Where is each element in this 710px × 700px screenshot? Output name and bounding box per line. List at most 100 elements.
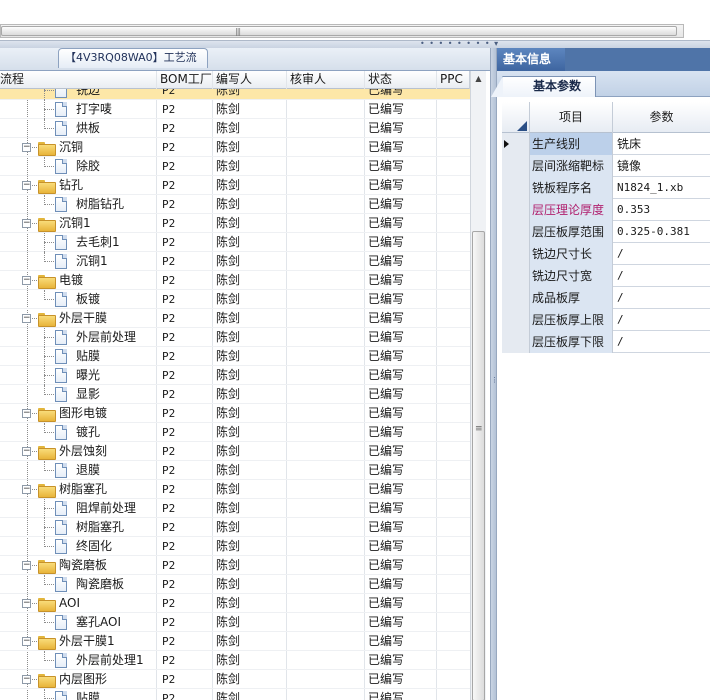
tab-basic-params[interactable]: 基本参数 — [491, 76, 596, 97]
tree-row[interactable]: 阻焊前处理 P2 陈剑 已编写 — [0, 499, 470, 518]
collapse-toggle-icon[interactable]: − — [22, 181, 31, 190]
tree-row[interactable]: − 沉铜 P2 陈剑 已编写 — [0, 138, 470, 157]
horizontal-splitter[interactable]: • • • • • • • • ▾ — [0, 40, 710, 48]
status-cell: 已编写 — [368, 349, 405, 363]
step-name: 外层前处理1 — [76, 653, 144, 667]
param-row[interactable]: 层压板厚下限 / — [502, 331, 710, 353]
collapse-toggle-icon[interactable]: − — [22, 599, 31, 608]
vertical-scroll-thumb[interactable]: ≡ — [472, 231, 485, 700]
tree-row[interactable]: − 图形电镀 P2 陈剑 已编写 — [0, 404, 470, 423]
tree-row[interactable]: − 内层图形 P2 陈剑 已编写 — [0, 670, 470, 689]
tree-row[interactable]: 外层前处理 P2 陈剑 已编写 — [0, 328, 470, 347]
grid-corner[interactable] — [502, 102, 530, 133]
tree-row[interactable]: − AOI P2 陈剑 已编写 — [0, 594, 470, 613]
tab-basic-info[interactable]: 基本信息 — [497, 48, 565, 71]
row-indicator[interactable] — [502, 133, 530, 155]
step-name: 钻孔 — [59, 178, 84, 192]
tree-row[interactable]: − 沉铜1 P2 陈剑 已编写 — [0, 214, 470, 233]
tree-row[interactable]: 沉铜1 P2 陈剑 已编写 — [0, 252, 470, 271]
tree-row[interactable]: 外层前处理1 P2 陈剑 已编写 — [0, 651, 470, 670]
tree-row[interactable]: − 外层蚀刻 P2 陈剑 已编写 — [0, 442, 470, 461]
tree-row[interactable]: 打字唛 P2 陈剑 已编写 — [0, 100, 470, 119]
tree-row[interactable]: 树脂钻孔 P2 陈剑 已编写 — [0, 195, 470, 214]
tree-row[interactable]: − 树脂塞孔 P2 陈剑 已编写 — [0, 480, 470, 499]
tree-row[interactable]: 曝光 P2 陈剑 已编写 — [0, 366, 470, 385]
param-value[interactable]: / — [613, 309, 710, 331]
tree-row[interactable]: 退膜 P2 陈剑 已编写 — [0, 461, 470, 480]
tree-row[interactable]: 塞孔AOI P2 陈剑 已编写 — [0, 613, 470, 632]
tree-row[interactable]: 去毛刺1 P2 陈剑 已编写 — [0, 233, 470, 252]
collapse-toggle-icon[interactable]: − — [22, 447, 31, 456]
param-row[interactable]: 铣边尺寸宽 / — [502, 265, 710, 287]
tree-row[interactable]: 贴膜 P2 陈剑 已编写 — [0, 347, 470, 366]
param-row[interactable]: 铣板程序名 N1824_1.xb — [502, 177, 710, 199]
row-indicator[interactable] — [502, 287, 530, 309]
collapse-toggle-icon[interactable]: − — [22, 637, 31, 646]
scroll-up-arrow-icon[interactable]: ▲ — [471, 71, 486, 87]
param-value[interactable]: / — [613, 287, 710, 309]
row-indicator[interactable] — [502, 309, 530, 331]
horizontal-scrollbar[interactable]: ||| — [0, 24, 684, 38]
row-indicator[interactable] — [502, 177, 530, 199]
tree-row[interactable]: − 外层干膜 P2 陈剑 已编写 — [0, 309, 470, 328]
param-value[interactable]: N1824_1.xb — [613, 177, 710, 199]
tree-row[interactable]: 烘板 P2 陈剑 已编写 — [0, 119, 470, 138]
tree-row[interactable]: 除胶 P2 陈剑 已编写 — [0, 157, 470, 176]
tree-row[interactable]: 板镀 P2 陈剑 已编写 — [0, 290, 470, 309]
param-value[interactable]: 镜像 — [613, 155, 710, 177]
status-cell: 已编写 — [368, 197, 405, 211]
vertical-splitter[interactable]: ⋮ — [490, 48, 498, 700]
column-header-6[interactable]: PPC — [437, 71, 470, 89]
param-row[interactable]: 生产线别 铣床 — [502, 133, 710, 155]
tree-row[interactable]: − 钻孔 P2 陈剑 已编写 — [0, 176, 470, 195]
writer-cell: 陈剑 — [216, 463, 241, 477]
collapse-toggle-icon[interactable]: − — [22, 276, 31, 285]
horizontal-scroll-thumb[interactable]: ||| — [1, 26, 677, 36]
param-value[interactable]: / — [613, 265, 710, 287]
row-indicator[interactable] — [502, 265, 530, 287]
collapse-toggle-icon[interactable]: − — [22, 561, 31, 570]
row-indicator[interactable] — [502, 199, 530, 221]
tree-row[interactable]: 终固化 P2 陈剑 已编写 — [0, 537, 470, 556]
header-item[interactable]: 项目 — [530, 102, 613, 133]
tab-process-flow[interactable]: 【4V3RQ08WA0】工艺流程 — [58, 48, 208, 82]
param-value[interactable]: / — [613, 243, 710, 265]
column-header-5[interactable]: 状态 — [365, 71, 437, 89]
row-indicator[interactable] — [502, 243, 530, 265]
tree-row[interactable]: 树脂塞孔 P2 陈剑 已编写 — [0, 518, 470, 537]
tree-row[interactable]: 陶瓷磨板 P2 陈剑 已编写 — [0, 575, 470, 594]
param-value[interactable]: 铣床 — [613, 133, 710, 155]
collapse-toggle-icon[interactable]: − — [22, 143, 31, 152]
tree-row[interactable]: 贴膜 P2 陈剑 已编写 — [0, 689, 470, 700]
param-row[interactable]: 铣边尺寸长 / — [502, 243, 710, 265]
param-value[interactable]: / — [613, 331, 710, 353]
row-indicator[interactable] — [502, 331, 530, 353]
vertical-scrollbar[interactable]: ▲ ≡ — [470, 71, 486, 700]
collapse-toggle-icon[interactable]: − — [22, 485, 31, 494]
param-row[interactable]: 层压板厚上限 / — [502, 309, 710, 331]
collapse-toggle-icon[interactable]: − — [22, 314, 31, 323]
param-value[interactable]: 0.353 — [613, 199, 710, 221]
collapse-toggle-icon[interactable]: − — [22, 675, 31, 684]
tree-row[interactable]: − 陶瓷磨板 P2 陈剑 已编写 — [0, 556, 470, 575]
param-key: 层间涨缩靶标 — [530, 155, 613, 177]
column-header-3[interactable]: 编写人 — [213, 71, 287, 89]
collapse-toggle-icon[interactable]: − — [22, 219, 31, 228]
tree-row[interactable]: − 外层干膜1 P2 陈剑 已编写 — [0, 632, 470, 651]
column-header-4[interactable]: 核审人 — [287, 71, 365, 89]
header-param[interactable]: 参数 — [613, 102, 710, 133]
param-value[interactable]: 0.325-0.381 — [613, 221, 710, 243]
tree-row[interactable]: 铣边 P2 陈剑 已编写 — [0, 89, 470, 100]
param-row[interactable]: 层压理论厚度 0.353 — [502, 199, 710, 221]
tree-row[interactable]: 显影 P2 陈剑 已编写 — [0, 385, 470, 404]
column-header-2[interactable]: BOM工厂 — [157, 71, 213, 89]
row-indicator[interactable] — [502, 221, 530, 243]
param-row[interactable]: 层压板厚范围 0.325-0.381 — [502, 221, 710, 243]
tree-row[interactable]: − 电镀 P2 陈剑 已编写 — [0, 271, 470, 290]
column-header-1[interactable]: 流程 — [0, 71, 157, 89]
param-row[interactable]: 成品板厚 / — [502, 287, 710, 309]
collapse-toggle-icon[interactable]: − — [22, 409, 31, 418]
tree-row[interactable]: 镀孔 P2 陈剑 已编写 — [0, 423, 470, 442]
row-indicator[interactable] — [502, 155, 530, 177]
param-row[interactable]: 层间涨缩靶标 镜像 — [502, 155, 710, 177]
